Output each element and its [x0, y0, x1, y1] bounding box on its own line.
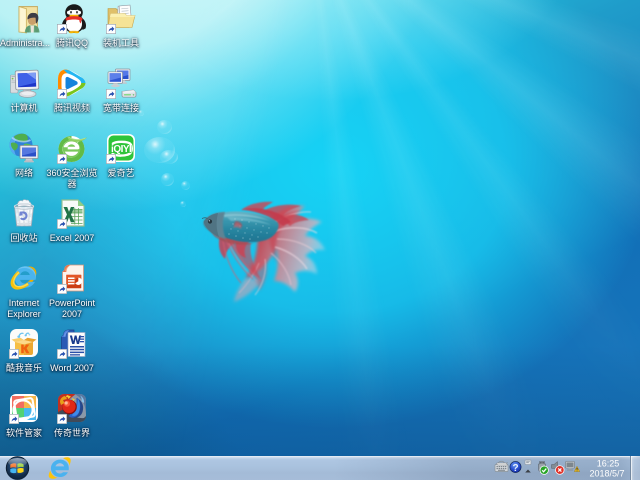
svg-text:2018/5/7: 2018/5/7 — [589, 469, 624, 479]
svg-text:16:25: 16:25 — [597, 459, 620, 469]
svg-text:?: ? — [512, 463, 518, 474]
